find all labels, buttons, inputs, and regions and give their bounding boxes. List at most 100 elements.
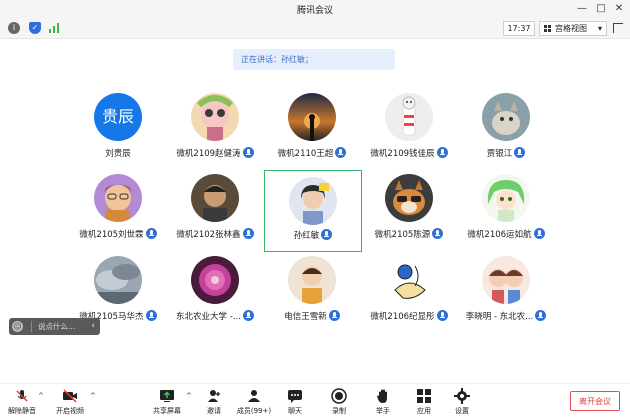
signal-icon[interactable] xyxy=(49,23,61,33)
avatar xyxy=(482,174,530,222)
settings-button[interactable]: 设置 xyxy=(451,388,473,416)
unmute-button[interactable]: 解除静音 xyxy=(6,388,38,416)
participant-name-row: 贾银江 xyxy=(457,147,555,159)
share-screen-icon xyxy=(160,390,174,402)
minimize-button[interactable]: — xyxy=(575,2,589,16)
participant-tile[interactable]: 微机2105陈源 xyxy=(360,174,458,256)
mic-icon xyxy=(242,310,254,321)
record-button[interactable]: 录制 xyxy=(328,388,350,416)
participant-tile[interactable]: 微机2110王超 xyxy=(263,93,361,175)
participant-name-row: 微机2105刘世霖 xyxy=(69,228,167,240)
apps-label: 应用 xyxy=(417,407,431,415)
members-label: 成员(99+) xyxy=(236,407,272,415)
collapse-chat-button[interactable]: ‹ xyxy=(91,318,95,335)
participant-name: 微机2105刘世霖 xyxy=(79,230,144,240)
chat-quick-input[interactable]: ☺ 说点什么... ‹ xyxy=(9,318,100,335)
avatar xyxy=(482,256,530,304)
participant-tile[interactable]: 微机2105刘世霖 xyxy=(69,174,167,256)
participant-name: 微机2106运如航 xyxy=(467,230,532,240)
invite-button[interactable]: 邀请 xyxy=(203,388,225,416)
grid-icon xyxy=(544,25,551,32)
video-options-caret[interactable]: ^ xyxy=(90,392,96,400)
participant-name: 微机2102张林鑫 xyxy=(176,230,241,240)
participant-tile[interactable]: 东北农业大学 -... xyxy=(166,256,264,338)
participant-name-row: 微机2106纪显彤 xyxy=(360,310,458,322)
participant-name: 贾银江 xyxy=(486,149,513,159)
participant-name: 微机2109赵健涛 xyxy=(176,149,241,159)
leave-meeting-button[interactable]: 离开会议 xyxy=(570,391,620,411)
participant-name: 孙红敏 xyxy=(293,231,320,241)
window-titlebar: 腾讯会议 — □ ✕ xyxy=(0,0,630,18)
participant-name-row: 微机2109赵健涛 xyxy=(166,147,264,159)
participant-name: 微机2106纪显彤 xyxy=(370,312,435,322)
mic-icon xyxy=(145,228,157,239)
participant-tile[interactable]: 微机2106纪显彤 xyxy=(360,256,458,338)
participant-name-row: 微机2106运如航 xyxy=(457,228,555,240)
participant-tile[interactable]: 微机2106运如航 xyxy=(457,174,555,256)
shield-icon[interactable]: ✓ xyxy=(29,22,41,34)
start-video-label: 开启视频 xyxy=(56,407,84,415)
participant-tile[interactable]: 微机2109钱佳辰 xyxy=(360,93,458,175)
avatar xyxy=(94,256,142,304)
share-screen-label: 共享屏幕 xyxy=(153,407,181,415)
raise-hand-label: 举手 xyxy=(376,407,390,415)
mic-icon xyxy=(514,147,526,158)
mic-icon xyxy=(242,228,254,239)
avatar xyxy=(288,256,336,304)
members-icon xyxy=(248,390,260,402)
close-button[interactable]: ✕ xyxy=(612,2,626,16)
record-label: 录制 xyxy=(332,407,346,415)
avatar xyxy=(191,174,239,222)
participant-name-row: 刘贵辰 xyxy=(69,147,167,159)
participant-name: 微机2110王超 xyxy=(277,149,334,159)
participant-name: 刘贵辰 xyxy=(105,149,131,159)
avatar xyxy=(94,174,142,222)
participant-tile[interactable]: 微机2109赵健涛 xyxy=(166,93,264,175)
participant-tile[interactable]: 李晓明 - 东北农... xyxy=(457,256,555,338)
participant-tile-active[interactable]: 孙红敏 xyxy=(264,170,362,252)
apps-button[interactable]: 应用 xyxy=(413,388,435,416)
maximize-button[interactable]: □ xyxy=(594,2,608,16)
mic-icon xyxy=(328,310,340,321)
info-icon[interactable]: i xyxy=(8,22,20,34)
chat-label: 聊天 xyxy=(288,407,302,415)
participant-tile[interactable]: 贾银江 xyxy=(457,93,555,175)
mic-icon xyxy=(145,310,157,321)
mic-icon xyxy=(436,147,448,158)
chat-button[interactable]: 聊天 xyxy=(284,388,306,416)
start-video-button[interactable]: 开启视频 xyxy=(54,388,86,416)
participant-name-row: 电信王雪新 xyxy=(263,310,361,322)
add-user-icon xyxy=(208,390,220,402)
chat-placeholder: 说点什么... xyxy=(38,322,76,331)
participant-name: 李晓明 - 东北农... xyxy=(465,312,534,322)
participant-name-row: 微机2105陈源 xyxy=(360,228,458,240)
participant-name: 微机2109钱佳辰 xyxy=(370,149,435,159)
participant-tile[interactable]: 微机2102张林鑫 xyxy=(166,174,264,256)
emoji-icon[interactable]: ☺ xyxy=(12,321,23,332)
participant-tile[interactable]: 电信王雪新 xyxy=(263,256,361,338)
chat-icon xyxy=(288,390,302,403)
participant-name: 电信王雪新 xyxy=(284,312,327,322)
view-mode-label: 宫格视图 xyxy=(555,24,587,33)
participant-name-row: 孙红敏 xyxy=(265,229,361,241)
fullscreen-icon[interactable] xyxy=(613,23,623,33)
share-screen-button[interactable]: 共享屏幕 xyxy=(150,388,184,416)
avatar xyxy=(385,93,433,141)
participant-tile[interactable]: 贵辰 刘贵辰 xyxy=(69,93,167,175)
meeting-info-bar: i ✓ 17:37 宫格视图 ▾ xyxy=(0,18,630,39)
raise-hand-button[interactable]: 举手 xyxy=(372,388,394,416)
participant-name-row: 东北农业大学 -... xyxy=(166,310,264,322)
divider xyxy=(31,321,32,332)
speaker-banner: 正在讲话：孙红敏； xyxy=(233,49,395,70)
participant-name: 微机2105陈源 xyxy=(374,230,431,240)
share-options-caret[interactable]: ^ xyxy=(186,392,192,400)
members-button[interactable]: 成员(99+) xyxy=(235,388,273,416)
audio-options-caret[interactable]: ^ xyxy=(38,392,44,400)
avatar xyxy=(288,93,336,141)
avatar: 贵辰 xyxy=(94,93,142,141)
view-mode-dropdown[interactable]: 宫格视图 ▾ xyxy=(539,21,607,36)
avatar-initials: 贵辰 xyxy=(101,107,134,126)
chevron-down-icon: ▾ xyxy=(597,24,602,33)
avatar xyxy=(191,93,239,141)
avatar xyxy=(385,256,433,304)
